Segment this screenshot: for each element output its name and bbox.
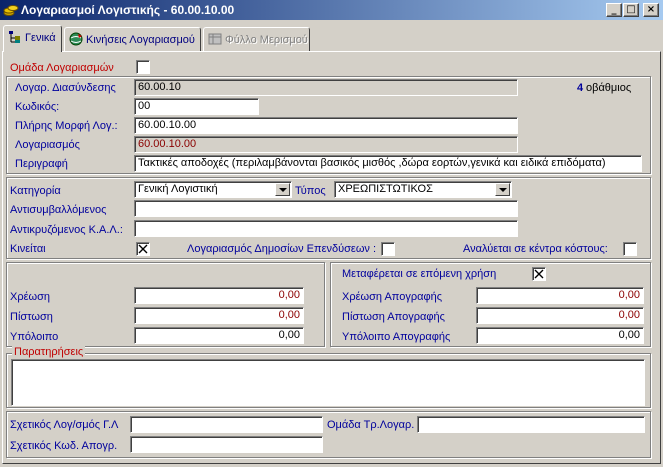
notes-legend: Παρατηρήσεις — [12, 346, 86, 358]
related-inventory-label: Σχετικός Κωδ. Απογρ. — [10, 440, 118, 452]
category-label: Κατηγορία — [10, 185, 61, 197]
public-investments-label: Λογαριασμός Δημοσίων Επενδύσεων : — [187, 243, 377, 255]
full-form-label: Πλήρης Μορφή Λογ.: — [15, 120, 118, 132]
account-group-label: Ομάδα Λογαριασμών — [10, 62, 114, 74]
link-account-label: Λογαρ. Διασύνδεσης — [15, 82, 116, 94]
counterparty-label: Αντισυμβαλλόμενος — [10, 204, 107, 216]
minimize-button[interactable]: _ — [606, 3, 622, 17]
transfer-checkbox[interactable] — [532, 267, 546, 281]
close-button[interactable]: × — [643, 3, 659, 17]
app-coins-icon — [3, 2, 19, 18]
type-label: Τύπος — [295, 185, 326, 197]
tab-allocation-sheet-label: Φύλλο Μερισμού — [225, 34, 308, 46]
description-label: Περιγραφή — [15, 158, 68, 170]
type-select[interactable]: ΧΡΕΩΠΙΣΤΩΤΙΚΟΣ — [334, 181, 512, 198]
inventory-balance-label: Υπόλοιπο Απογραφής — [342, 331, 451, 343]
tab-general-label: Γενικά — [25, 32, 56, 44]
type-dropdown-button[interactable] — [495, 183, 510, 196]
inventory-debit-field[interactable]: 0,00 — [476, 287, 644, 304]
category-dropdown-button[interactable] — [275, 183, 290, 196]
tr-group-label: Ομάδα Τρ.Λογαρ. — [327, 419, 415, 431]
kal-label: Αντικρυζόμενος Κ.Α.Λ.: — [10, 224, 123, 236]
description-field[interactable]: Τακτικές αποδοχές (περιλαμβάνονται βασικ… — [134, 155, 642, 172]
transfer-label: Μεταφέρεται σε επόμενη χρήση — [342, 268, 497, 280]
sheet-icon — [208, 32, 222, 46]
notes-textarea[interactable] — [11, 359, 645, 406]
tab-general[interactable]: Γενικά — [3, 25, 62, 52]
type-value: ΧΡΕΩΠΙΣΤΩΤΙΚΟΣ — [338, 183, 433, 195]
globe-icon — [69, 32, 83, 46]
category-value: Γενική Λογιστική — [138, 183, 218, 195]
account-label: Λογαριασμός — [15, 139, 80, 151]
degree-label: οβάθμιος — [586, 82, 632, 94]
code-label: Κωδικός: — [15, 101, 60, 113]
tab-account-movements-label: Κινήσεις Λογαριασμού — [86, 34, 195, 46]
tab-account-movements[interactable]: Κινήσεις Λογαριασμού — [64, 27, 201, 51]
balance-label: Υπόλοιπο — [10, 331, 59, 343]
cost-centers-checkbox[interactable] — [623, 242, 637, 256]
balance-field[interactable]: 0,00 — [134, 327, 304, 344]
full-form-field[interactable]: 60.00.10.00 — [134, 117, 518, 134]
tree-icon — [8, 30, 22, 44]
checked-mark-icon — [138, 244, 148, 254]
related-inventory-field[interactable] — [130, 436, 323, 453]
maximize-button[interactable]: □ — [623, 3, 639, 17]
debit-label: Χρέωση — [10, 291, 50, 303]
inventory-balance-field[interactable]: 0,00 — [476, 327, 644, 344]
credit-label: Πίστωση — [10, 311, 53, 323]
credit-field[interactable]: 0,00 — [134, 307, 304, 324]
category-select[interactable]: Γενική Λογιστική — [134, 181, 292, 198]
link-account-field[interactable]: 60.00.10 — [134, 79, 518, 96]
code-field[interactable]: 00 — [134, 98, 259, 115]
degree-number: 4 — [577, 82, 584, 94]
debit-field[interactable]: 0,00 — [134, 287, 304, 304]
account-group-checkbox[interactable] — [136, 60, 150, 74]
inventory-credit-label: Πίστωση Απογραφής — [342, 311, 445, 323]
moves-checkbox[interactable] — [136, 242, 150, 256]
title-bar[interactable]: Λογαριασμοί Λογιστικής - 60.00.10.00 _ □… — [0, 0, 663, 20]
kal-field[interactable] — [134, 220, 518, 237]
public-investments-checkbox[interactable] — [381, 242, 395, 256]
checked-mark-icon — [534, 269, 544, 279]
cost-centers-label: Αναλύεται σε κέντρα κόστους: — [463, 243, 608, 255]
inventory-credit-field[interactable]: 0,00 — [476, 307, 644, 324]
related-gl-field[interactable] — [130, 416, 323, 433]
related-gl-label: Σχετικός Λογ/σμός Γ.Λ — [10, 419, 119, 431]
counterparty-field[interactable] — [134, 200, 518, 217]
moves-label: Κινείται — [10, 243, 46, 255]
tab-allocation-sheet[interactable]: Φύλλο Μερισμού — [203, 27, 310, 51]
tr-group-field[interactable] — [417, 416, 645, 433]
account-field[interactable]: 60.00.10.00 — [134, 136, 518, 153]
inventory-debit-label: Χρέωση Απογραφής — [342, 291, 442, 303]
window-title: Λογαριασμοί Λογιστικής - 60.00.10.00 — [21, 3, 235, 17]
